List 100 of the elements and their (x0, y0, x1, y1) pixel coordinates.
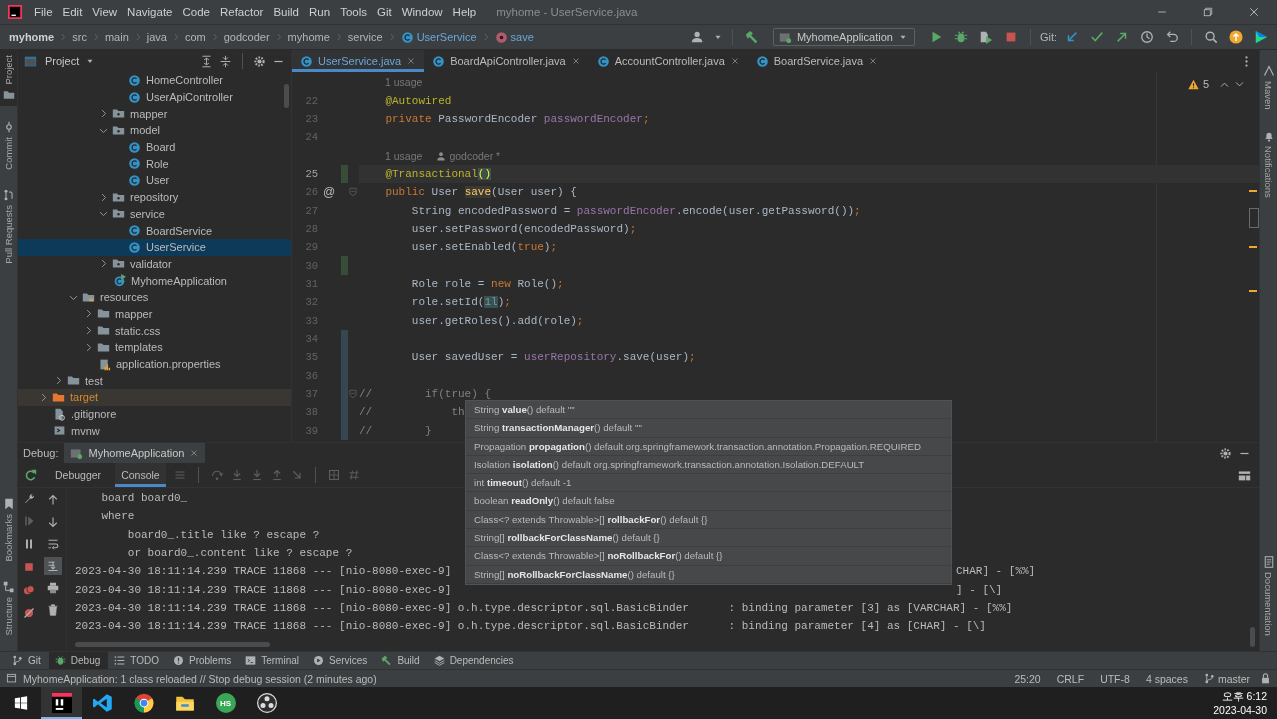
menu-item[interactable]: View (92, 6, 118, 18)
tool-window-tab[interactable]: Project (0, 50, 17, 106)
mute-breakpoints-icon[interactable] (23, 607, 35, 619)
step-out-icon[interactable] (270, 469, 283, 481)
breadcrumb[interactable]: myhome (287, 31, 330, 43)
settings-icon[interactable] (253, 54, 266, 68)
rerun-icon[interactable] (24, 468, 37, 482)
session-tab[interactable]: MyhomeApplication (64, 443, 206, 463)
taskbar-time[interactable]: 오후 6:12 (1221, 689, 1267, 703)
tree-item[interactable]: Role (18, 155, 291, 173)
pause-icon[interactable] (23, 538, 35, 550)
trash-icon[interactable] (47, 604, 59, 616)
tool-window-tab[interactable]: Terminal (239, 652, 307, 669)
panel-tab[interactable]: Console (115, 463, 166, 487)
step-into-icon[interactable] (230, 469, 243, 481)
change-marker[interactable] (340, 164, 348, 184)
tool-window-tab[interactable]: Problems (166, 652, 240, 669)
menu-item[interactable]: Run (309, 6, 331, 18)
restore-icon[interactable] (1202, 6, 1214, 18)
table-icon[interactable] (327, 469, 340, 481)
completion-item[interactable]: String value() default "" (466, 401, 951, 420)
scroll-thumb[interactable] (1249, 208, 1259, 228)
editor-tab[interactable]: AccountController.java (588, 50, 748, 72)
tool-window-tab[interactable]: Services (307, 652, 376, 669)
menu-item[interactable]: File (34, 6, 53, 18)
scrollbar-thumb[interactable] (75, 642, 270, 647)
change-marker[interactable] (340, 421, 348, 440)
hammer-icon[interactable] (744, 30, 759, 44)
search-icon[interactable] (1204, 30, 1218, 44)
update-icon[interactable] (1229, 30, 1243, 44)
down-arrow-icon[interactable] (47, 516, 59, 528)
scrollbar-thumb[interactable] (284, 84, 289, 108)
status-item[interactable]: UTF-8 (1100, 672, 1130, 685)
plugin-logo-icon[interactable] (1254, 30, 1268, 44)
stop-icon[interactable] (23, 561, 35, 573)
print-icon[interactable] (47, 582, 59, 594)
tool-window-tab[interactable]: TODO (108, 652, 167, 669)
taskbar-date[interactable]: 2023-04-30 (1213, 703, 1267, 717)
close-icon[interactable] (1248, 6, 1260, 18)
tool-window-tab[interactable]: Notifications (1260, 124, 1277, 203)
tree-item[interactable]: resources (18, 288, 291, 306)
step-into-icon[interactable] (250, 469, 263, 481)
breadcrumb[interactable]: com (184, 31, 206, 43)
tree-item[interactable]: HomeController (18, 72, 291, 89)
breadcrumb[interactable]: godcoder (223, 31, 270, 43)
tree-item[interactable]: MyhomeApplication (18, 272, 291, 289)
warning-count[interactable]: 5 (1202, 78, 1209, 90)
expand-all-icon[interactable] (200, 54, 213, 68)
tree-item[interactable]: service (18, 205, 291, 223)
menu-item[interactable]: Build (273, 6, 299, 18)
status-item[interactable]: 25:20 (1014, 672, 1041, 685)
lock-icon[interactable] (1260, 673, 1271, 684)
completion-item[interactable]: String transactionManager() default "" (466, 419, 951, 438)
breakpoints-icon[interactable] (23, 584, 35, 596)
tree-item[interactable]: mapper (18, 105, 291, 123)
tool-window-tab[interactable]: Pull Requests (0, 184, 17, 269)
breadcrumb[interactable]: UserService (400, 30, 477, 44)
coverage-icon[interactable] (978, 30, 993, 44)
scroll-marker[interactable] (1249, 190, 1257, 192)
grid-icon[interactable] (347, 469, 360, 481)
menu-item[interactable]: Refactor (219, 6, 264, 18)
menu-item[interactable]: Tools (340, 6, 367, 18)
tree-item[interactable]: mvnw (18, 422, 291, 440)
tree-item[interactable]: application.properties (18, 355, 291, 373)
tool-window-tab[interactable]: Git (6, 652, 49, 669)
arrow-icon[interactable] (1115, 30, 1129, 44)
tree-item[interactable]: UserService (18, 238, 291, 256)
scroll-marker[interactable] (1249, 246, 1257, 248)
menu-item[interactable]: Git (377, 6, 392, 18)
breadcrumb[interactable]: save (494, 30, 534, 44)
scrollbar-thumb[interactable] (1250, 627, 1255, 647)
editor-tab[interactable]: BoardApiController.java (424, 50, 589, 72)
tool-window-tab[interactable]: Maven (1260, 60, 1277, 115)
tree-item[interactable]: templates (18, 339, 291, 356)
undo-icon[interactable] (1165, 30, 1179, 44)
completion-item[interactable]: String[] rollbackForClassName() default {} (466, 529, 951, 548)
close-icon[interactable] (406, 56, 417, 66)
status-item[interactable]: CRLF (1056, 672, 1085, 685)
arrow-icon[interactable] (290, 469, 303, 481)
tree-item[interactable]: model (18, 122, 291, 139)
tool-window-tab[interactable]: Debug (48, 652, 109, 669)
tree-item[interactable]: Board (18, 138, 291, 156)
tree-item[interactable]: static.css (18, 322, 291, 339)
close-icon[interactable] (570, 56, 581, 66)
scroll-to-end-icon[interactable] (47, 560, 59, 572)
tree-item[interactable]: mapper (18, 305, 291, 323)
wrench-icon[interactable] (23, 492, 35, 504)
completion-item[interactable]: Class<? extends Throwable>[] noRollbackFor() default {} (466, 547, 951, 566)
change-marker[interactable] (340, 256, 348, 275)
status-item[interactable]: 4 spaces (1145, 672, 1188, 685)
taskbar-app[interactable] (41, 687, 82, 719)
resume-icon[interactable] (23, 515, 35, 527)
user-icon[interactable] (690, 30, 705, 44)
editor-tab[interactable]: BoardService.java (747, 50, 887, 72)
soft-wrap-icon[interactable] (47, 538, 59, 550)
settings-icon[interactable] (1219, 446, 1232, 460)
warning-icon[interactable] (1187, 78, 1199, 90)
menu-item[interactable]: Code (182, 6, 210, 18)
breadcrumb[interactable]: myhome (9, 31, 55, 43)
tool-window-tab[interactable]: Bookmarks (0, 492, 17, 567)
